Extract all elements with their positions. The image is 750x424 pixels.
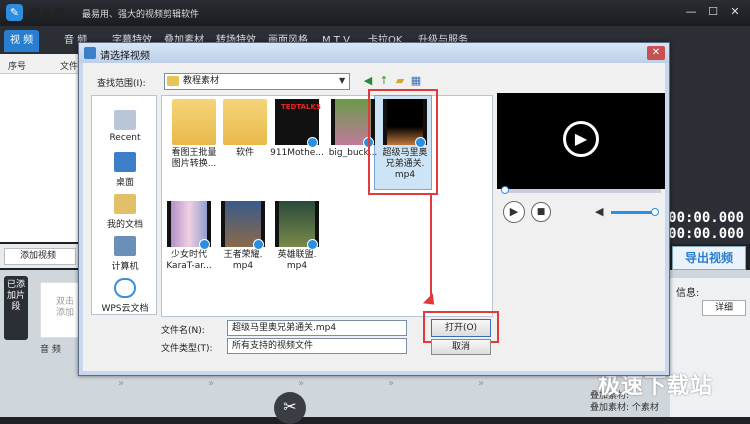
tab-video[interactable]: 视 频 <box>4 30 40 52</box>
lookin-dropdown[interactable]: 教程素材 <box>164 73 350 90</box>
play-button[interactable]: ▶ <box>503 201 525 223</box>
computer-icon <box>114 236 136 256</box>
added-clips-tab[interactable]: 已添加片段 <box>4 276 28 340</box>
filename-label: 文件名(N): <box>161 326 205 336</box>
video-badge-icon <box>307 137 318 148</box>
place-wps-cloud[interactable]: WPS云文档 <box>92 278 158 314</box>
lookin-label: 查找范围(I): <box>97 79 146 89</box>
timecode-current: 00:00.000 <box>668 210 744 226</box>
dialog-title: 请选择视频 <box>100 51 150 62</box>
file-item[interactable]: 少女时代 KaraT-ar... <box>159 201 219 272</box>
play-icon[interactable]: ▶ <box>563 121 599 157</box>
recent-icon <box>114 110 136 130</box>
file-name: 王者荣耀. mp4 <box>223 250 263 271</box>
add-video-button[interactable]: 添加视频 <box>4 248 76 265</box>
close-window-button[interactable]: ✕ <box>726 4 744 20</box>
info-label: 信息: <box>676 288 700 299</box>
file-name: 软件 <box>235 148 254 158</box>
dialog-app-icon <box>84 47 96 59</box>
file-item[interactable]: 英雄联盟. mp4 <box>267 201 327 272</box>
app-slogan: 最易用、强大的视频剪辑软件 <box>82 10 200 20</box>
filetype-dropdown[interactable]: 所有支持的视频文件 <box>227 338 407 354</box>
column-index: 序号 <box>8 62 27 72</box>
file-name: 少女时代 KaraT-ar... <box>166 250 212 271</box>
select-video-dialog: 请选择视频 ✕ 查找范围(I): 教程素材 ▼ ◀ ↑ ▰ ▦ Recent 桌… <box>78 42 670 376</box>
documents-icon <box>114 194 136 214</box>
chevron-right-icon: » <box>118 378 125 389</box>
video-badge-icon <box>199 239 210 250</box>
place-label: WPS云文档 <box>101 304 149 314</box>
video-thumbnail: TEDTALKS <box>275 99 321 148</box>
folder-icon <box>167 76 179 86</box>
chevron-right-icon: » <box>298 378 305 389</box>
file-name: 英雄联盟. mp4 <box>277 250 317 271</box>
file-name: 911Mothe... <box>270 148 324 158</box>
video-thumbnail <box>167 201 211 250</box>
stop-button[interactable]: ■ <box>531 202 551 222</box>
place-computer[interactable]: 计算机 <box>92 236 158 272</box>
file-item[interactable]: TEDTALKS 911Mothe... <box>267 99 327 159</box>
highlight-box <box>368 89 438 195</box>
video-list-header: 序号 文件 <box>0 54 80 74</box>
place-label: Recent <box>109 133 141 143</box>
clip-drop-area[interactable]: 双击 添加 <box>40 282 80 338</box>
volume-icon[interactable]: ◀ <box>595 205 603 218</box>
folder-icon <box>223 99 267 145</box>
minimize-button[interactable]: — <box>682 4 700 20</box>
timecode-total: 00:00.000 <box>668 226 744 242</box>
app-title: 爱剪辑 <box>29 7 66 21</box>
maximize-button[interactable]: ☐ <box>704 4 722 20</box>
place-label: 桌面 <box>115 178 134 188</box>
cancel-button[interactable]: 取消 <box>431 339 491 355</box>
file-item[interactable]: 王者荣耀. mp4 <box>213 201 273 272</box>
column-file: 文件 <box>60 62 79 72</box>
app-logo: ✎ <box>6 4 23 21</box>
back-icon[interactable]: ◀ <box>361 74 375 88</box>
new-folder-icon[interactable]: ▰ <box>393 74 407 88</box>
video-list-panel <box>0 54 80 242</box>
video-badge-icon <box>307 239 318 250</box>
video-thumbnail <box>221 201 265 250</box>
folder-icon <box>172 99 216 145</box>
chevron-down-icon[interactable]: ▼ <box>339 76 345 85</box>
places-bar: Recent 桌面 我的文档 计算机 WPS云文档 <box>91 95 157 315</box>
dialog-close-button[interactable]: ✕ <box>647 46 665 60</box>
dialog-titlebar <box>79 43 669 63</box>
volume-handle[interactable] <box>651 208 659 216</box>
audio-track-label: 音 频 <box>40 345 61 355</box>
desktop-icon <box>114 152 136 172</box>
timecode-panel: 00:00.000 00:00.000 <box>668 54 750 244</box>
place-label: 我的文档 <box>106 220 143 230</box>
arrow-line <box>430 195 432 303</box>
thumbnail-text: TEDTALKS <box>281 103 321 111</box>
place-documents[interactable]: 我的文档 <box>92 194 158 230</box>
video-badge-icon <box>253 239 264 250</box>
chevron-right-icon: » <box>388 378 395 389</box>
place-desktop[interactable]: 桌面 <box>92 152 158 188</box>
chevron-right-icon: » <box>208 378 215 389</box>
detail-button[interactable]: 详细 <box>702 300 746 316</box>
cloud-icon <box>114 278 136 298</box>
video-thumbnail <box>275 201 319 250</box>
open-button[interactable]: 打开(O) <box>431 319 491 337</box>
scissors-icon[interactable]: ✂ <box>274 392 306 424</box>
filename-input[interactable]: 超级马里奥兄弟通关.mp4 <box>227 320 407 336</box>
up-folder-icon[interactable]: ↑ <box>377 74 391 88</box>
info-row: 叠加素材: 个素材 <box>590 403 659 413</box>
export-video-button[interactable]: 导出视频 <box>672 246 746 270</box>
filetype-label: 文件类型(T): <box>161 344 213 354</box>
chevron-right-icon: » <box>478 378 485 389</box>
view-menu-icon[interactable]: ▦ <box>409 74 423 88</box>
file-item[interactable]: 软件 <box>215 99 275 159</box>
place-recent[interactable]: Recent <box>92 110 158 143</box>
progress-bar[interactable] <box>503 189 661 193</box>
progress-handle[interactable] <box>501 186 509 194</box>
volume-slider[interactable] <box>611 211 655 214</box>
place-label: 计算机 <box>111 262 139 272</box>
